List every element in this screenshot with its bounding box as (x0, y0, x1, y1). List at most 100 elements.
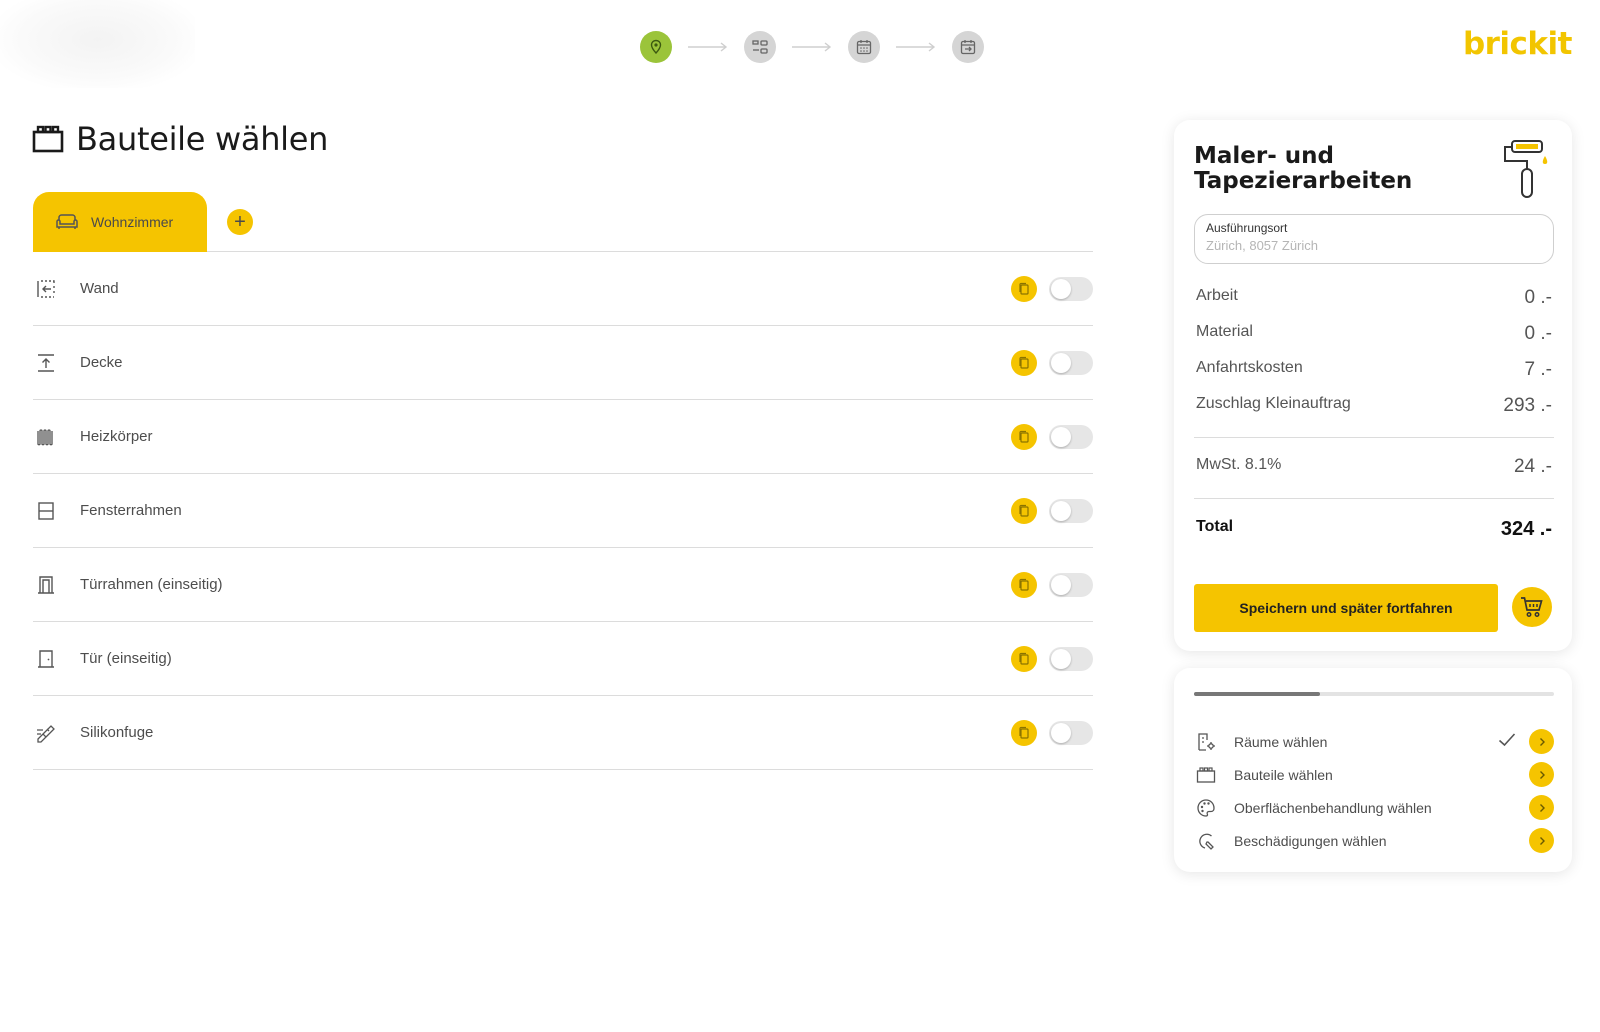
step-components[interactable] (744, 31, 776, 63)
total-value: 324 .- (1500, 518, 1552, 540)
row-label: Tür (einseitig) (80, 650, 172, 667)
toggle-switch[interactable] (1049, 499, 1093, 523)
tab-label: Wohnzimmer (91, 214, 174, 230)
row-label: Heizkörper (80, 428, 153, 445)
cost-row-material: Material 0 .- (1196, 323, 1552, 345)
step-label: Beschädigungen wählen (1234, 832, 1387, 849)
components-icon (32, 125, 64, 153)
save-and-continue-button[interactable]: Speichern und später fortfahren (1194, 584, 1498, 632)
chevron-right-icon (1539, 770, 1545, 779)
cost-row-vat: MwSt. 8.1% 24 .- (1196, 456, 1552, 478)
copy-button[interactable] (1011, 276, 1037, 302)
copy-icon (1019, 282, 1029, 295)
vat-value: 24 .- (1513, 456, 1552, 477)
list-item: Wand (33, 252, 1093, 326)
step-item-raeume[interactable]: Räume wählen (1194, 725, 1554, 758)
silicone-joint-icon (34, 721, 58, 745)
tab-wohnzimmer[interactable]: Wohnzimmer (33, 192, 207, 252)
step-item-bauteile[interactable]: Bauteile wählen (1194, 758, 1554, 791)
step-go-button[interactable] (1529, 795, 1554, 820)
list-item: Silikonfuge (33, 696, 1093, 770)
palette-icon (1194, 798, 1218, 818)
step-item-oberflaeche[interactable]: Oberflächenbehandlung wählen (1194, 791, 1554, 824)
steps-list: Räume wählen Bauteile wählen Oberflächen… (1194, 725, 1554, 857)
step-calendar[interactable] (848, 31, 880, 63)
sofa-icon (56, 214, 78, 229)
calendar-transfer-icon (960, 40, 976, 55)
room-tabs: Wohnzimmer + (33, 192, 1093, 252)
step-go-button[interactable] (1529, 828, 1554, 853)
copy-icon (1019, 430, 1029, 443)
cost-label: Zuschlag Kleinauftrag (1196, 395, 1351, 412)
damage-repair-icon (1194, 831, 1218, 851)
toggle-switch[interactable] (1049, 351, 1093, 375)
copy-icon (1019, 726, 1029, 739)
total-label: Total (1196, 518, 1234, 535)
arrow-right-icon (880, 42, 952, 52)
progress-bar (1194, 692, 1554, 696)
paint-roller-icon (1500, 138, 1550, 205)
copy-icon (1019, 504, 1029, 517)
cost-label: Anfahrtskosten (1196, 359, 1303, 376)
cost-row-zuschlag: Zuschlag Kleinauftrag 293 .- (1196, 395, 1552, 417)
arrow-right-icon (776, 42, 848, 52)
copy-icon (1019, 356, 1029, 369)
step-schedule[interactable] (952, 31, 984, 63)
step-item-beschaedigungen[interactable]: Beschädigungen wählen (1194, 824, 1554, 857)
ceiling-icon (34, 351, 58, 375)
location-field[interactable]: Ausführungsort Zürich, 8057 Zürich (1194, 214, 1554, 264)
row-label: Wand (80, 280, 119, 297)
cost-label: Arbeit (1196, 287, 1238, 304)
progress-fill (1194, 692, 1320, 696)
copy-button[interactable] (1011, 424, 1037, 450)
divider (1194, 437, 1554, 438)
window-frame-icon (34, 499, 58, 523)
divider (1194, 498, 1554, 499)
room-settings-icon (1194, 732, 1218, 752)
component-list: Wand Decke Heizkörper Fensterrahmen Türr… (33, 252, 1093, 770)
step-go-button[interactable] (1529, 729, 1554, 754)
cost-value: 7 .- (1524, 359, 1552, 380)
copy-button[interactable] (1011, 498, 1037, 524)
calendar-icon (856, 40, 872, 55)
page-header: Bauteile wählen (32, 120, 328, 158)
list-item: Fensterrahmen (33, 474, 1093, 548)
cart-button[interactable] (1512, 587, 1552, 627)
brand-logo[interactable]: brickit (1463, 26, 1573, 62)
steps-progress-card: Räume wählen Bauteile wählen Oberflächen… (1174, 668, 1572, 872)
location-value: Zürich, 8057 Zürich (1206, 238, 1318, 253)
step-label: Bauteile wählen (1234, 766, 1333, 783)
toggle-switch[interactable] (1049, 647, 1093, 671)
chevron-right-icon (1539, 836, 1545, 845)
step-label: Räume wählen (1234, 733, 1328, 750)
add-room-button[interactable]: + (227, 209, 253, 235)
copy-button[interactable] (1011, 350, 1037, 376)
toggle-switch[interactable] (1049, 425, 1093, 449)
list-item: Decke (33, 326, 1093, 400)
copy-button[interactable] (1011, 720, 1037, 746)
step-location[interactable] (640, 31, 672, 63)
toggle-switch[interactable] (1049, 277, 1093, 301)
step-go-button[interactable] (1529, 762, 1554, 787)
progress-stepper (640, 31, 984, 63)
page-title: Bauteile wählen (76, 120, 329, 158)
company-logo (0, 0, 195, 88)
cost-value: 0 .- (1524, 287, 1552, 308)
check-icon (1498, 732, 1516, 753)
copy-button[interactable] (1011, 572, 1037, 598)
toggle-switch[interactable] (1049, 721, 1093, 745)
components-icon (1194, 765, 1218, 785)
row-label: Silikonfuge (80, 724, 154, 741)
row-label: Türrahmen (einseitig) (80, 576, 223, 593)
list-item: Türrahmen (einseitig) (33, 548, 1093, 622)
price-summary-card: Maler- und Tapezierarbeiten Ausführungso… (1174, 120, 1572, 651)
radiator-icon (34, 425, 58, 449)
vat-label: MwSt. 8.1% (1196, 456, 1282, 473)
row-label: Decke (80, 354, 123, 371)
location-label: Ausführungsort (1206, 221, 1288, 235)
cost-value: 0 .- (1524, 323, 1552, 344)
arrow-right-icon (672, 42, 744, 52)
copy-button[interactable] (1011, 646, 1037, 672)
toggle-switch[interactable] (1049, 573, 1093, 597)
cost-row-total: Total 324 .- (1196, 518, 1552, 541)
